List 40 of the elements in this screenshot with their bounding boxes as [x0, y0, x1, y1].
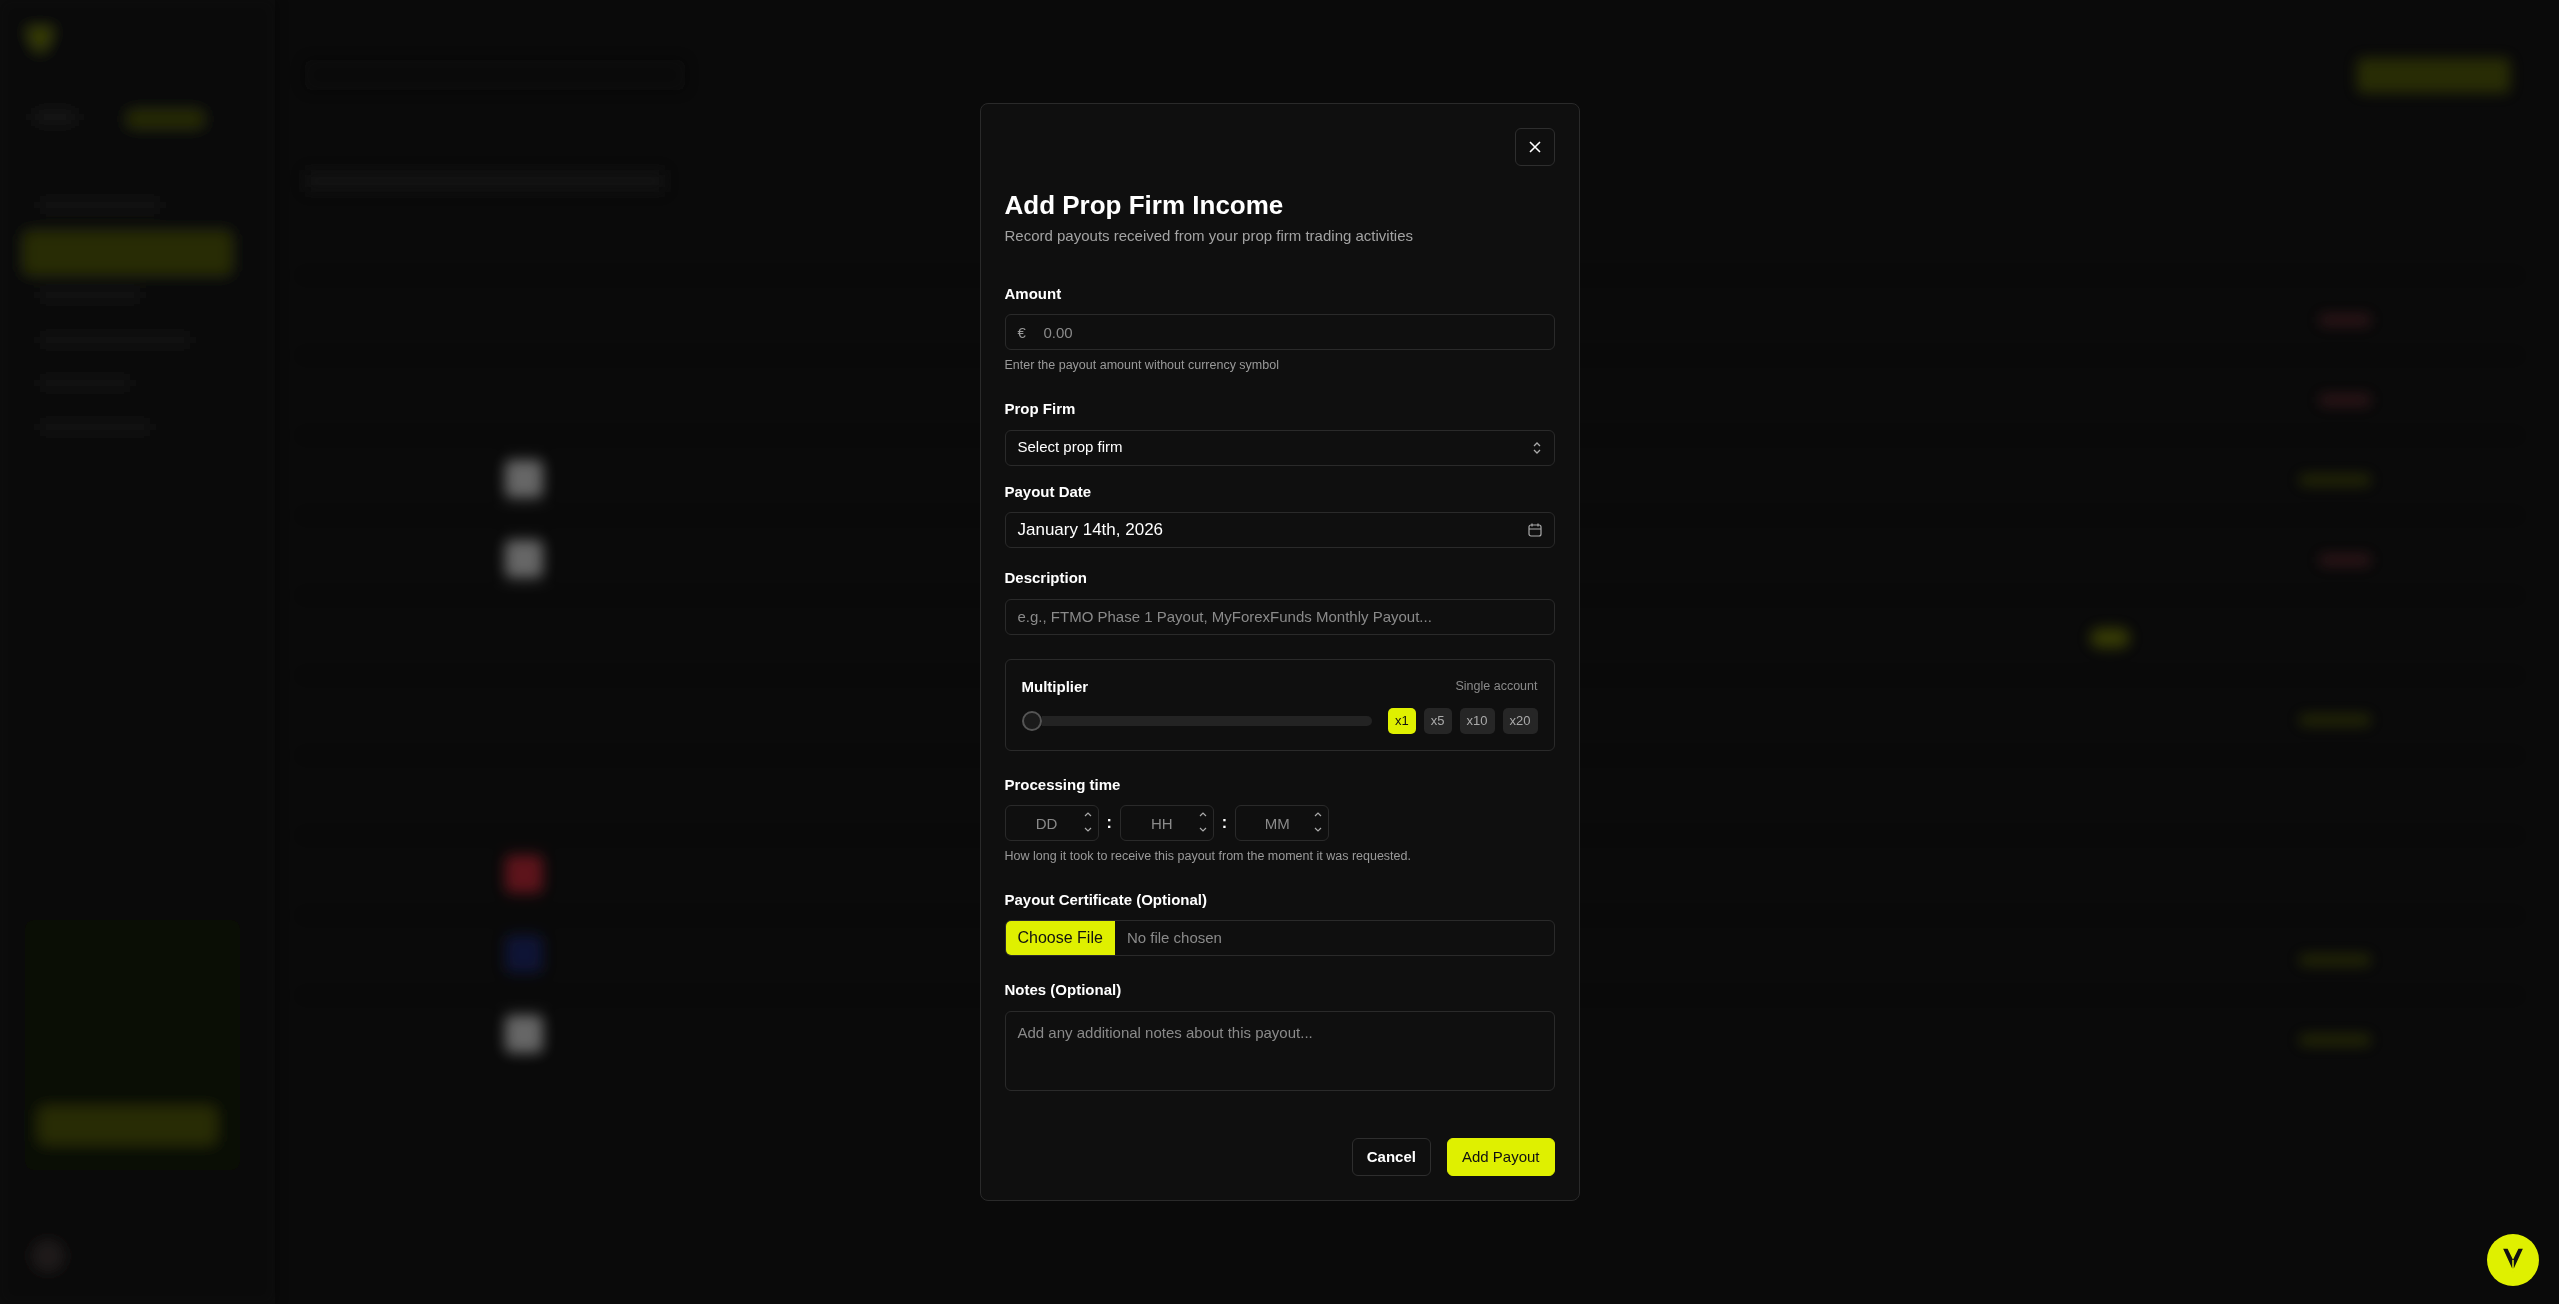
stepper-icon[interactable] [1082, 811, 1093, 834]
logo-button[interactable] [2487, 1234, 2539, 1286]
field-label: Description [1004, 568, 1087, 589]
chevron-updown-icon [1531, 440, 1542, 455]
time-separator: : [1221, 813, 1228, 834]
day-field[interactable]: DD [1004, 805, 1099, 842]
field-label: Payout Certificate (Optional) [1004, 889, 1208, 910]
field-hint: How long it took to receive this payout from the moment it was requested. [1004, 848, 1412, 866]
cancel-button[interactable]: Cancel [1351, 1137, 1431, 1176]
hour-field[interactable]: HH [1119, 805, 1214, 842]
prop-firm-select[interactable]: Select prop firm [1004, 429, 1555, 466]
choose-file-button[interactable]: Choose File [1005, 921, 1115, 956]
currency-symbol: € [1017, 323, 1026, 344]
multiplier-chip[interactable]: x1 [1388, 708, 1416, 734]
stepper-icon[interactable] [1313, 811, 1324, 834]
multiplier-chip[interactable]: x10 [1459, 708, 1495, 734]
close-icon [1528, 141, 1541, 154]
field-label: Notes (Optional) [1004, 980, 1122, 1001]
dialog-title: Add Prop Firm Income [1004, 190, 1285, 222]
field-label: Processing time [1004, 774, 1121, 795]
file-status: No file chosen [1126, 928, 1222, 949]
multiplier-chip[interactable]: x20 [1502, 708, 1538, 734]
add-payout-button[interactable]: Add Payout [1446, 1137, 1555, 1176]
slider-thumb[interactable] [1021, 710, 1042, 731]
notes-field[interactable]: Add any additional notes about this payout... [1004, 1010, 1555, 1091]
dialog-subtitle: Record payouts received from your prop firm trading activities [1004, 226, 1414, 247]
date-picker[interactable]: January 14th, 2026 [1004, 512, 1555, 549]
field-label: Amount [1004, 283, 1062, 304]
field-label: Payout Date [1004, 481, 1092, 502]
stepper-icon[interactable] [1197, 811, 1208, 834]
field-label: Prop Firm [1004, 399, 1076, 420]
field-hint: Enter the payout amount without currency symbol [1004, 357, 1280, 375]
minute-field[interactable]: MM [1235, 805, 1330, 842]
description-field[interactable]: e.g., FTMO Phase 1 Payout, MyForexFunds Monthly Payout... [1004, 598, 1555, 635]
multiplier-label: Multiplier [1021, 676, 1089, 697]
calendar-icon [1527, 523, 1542, 538]
time-separator: : [1106, 813, 1112, 834]
multiplier-caption: Single account [1455, 678, 1538, 696]
close-button[interactable] [1514, 128, 1555, 167]
multiplier-chip[interactable]: x5 [1423, 708, 1452, 734]
